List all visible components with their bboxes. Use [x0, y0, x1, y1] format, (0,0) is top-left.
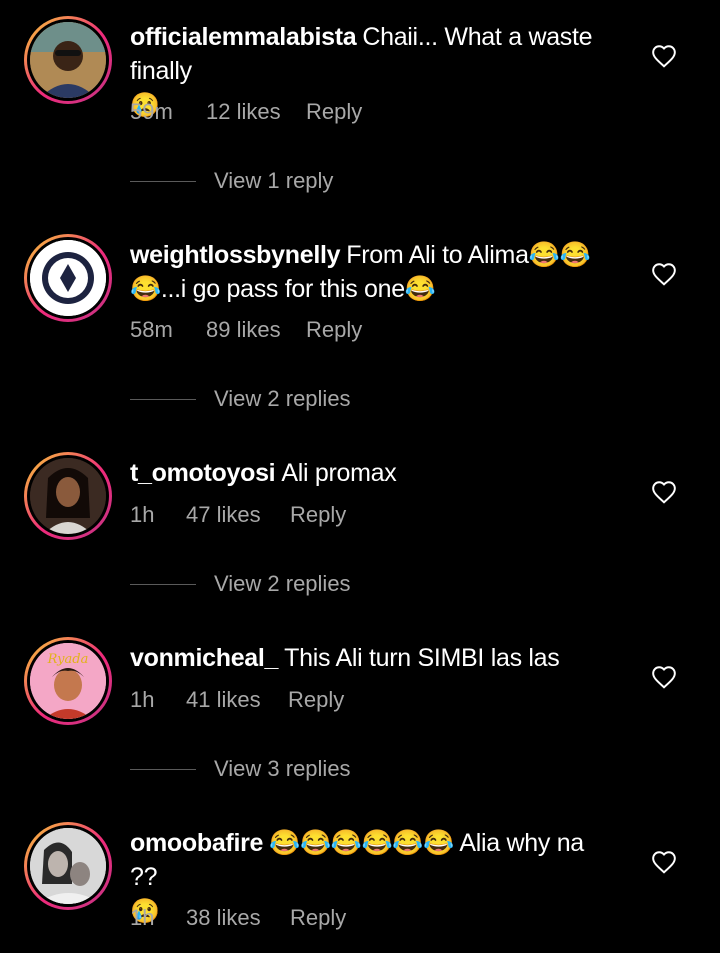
- comment-username[interactable]: officialemmalabista: [130, 23, 357, 51]
- avatar-script-text: Ryada: [47, 652, 89, 667]
- comment-meta: 58m 89 likes Reply: [130, 317, 362, 347]
- comment-text: vonmicheal_ This Ali turn SIMBI las las: [130, 641, 610, 675]
- comment-text: weightlossbynelly From Ali to Alima😂😂😂...…: [130, 238, 610, 306]
- divider-line: [130, 180, 196, 182]
- avatar-photo: [30, 828, 106, 904]
- comment-likes[interactable]: 12 likes: [206, 99, 306, 129]
- comment-meta: 59m 12 likes Reply: [130, 99, 362, 129]
- view-replies-button[interactable]: View 1 reply: [130, 166, 333, 196]
- heart-icon[interactable]: [651, 665, 677, 689]
- comment-time: 1h: [130, 905, 155, 930]
- avatar[interactable]: Ryada: [24, 637, 112, 725]
- avatar-photo: [30, 22, 106, 98]
- avatar[interactable]: [24, 452, 112, 540]
- heart-icon[interactable]: [651, 480, 677, 504]
- comment-time: 58m: [130, 317, 173, 342]
- heart-icon[interactable]: [651, 44, 677, 68]
- reply-button[interactable]: Reply: [290, 905, 346, 935]
- view-replies-button[interactable]: View 2 replies: [130, 569, 351, 599]
- avatar[interactable]: [24, 822, 112, 910]
- avatar-illustration: Ryada: [30, 643, 106, 719]
- comment-username[interactable]: t_omotoyosi: [130, 459, 276, 487]
- comment-time: 59m: [130, 99, 173, 124]
- comment-likes[interactable]: 41 likes: [186, 687, 288, 717]
- comment-likes[interactable]: 47 likes: [186, 502, 290, 532]
- avatar-photo: [30, 458, 106, 534]
- reply-button[interactable]: Reply: [288, 687, 344, 717]
- divider-line: [130, 398, 196, 400]
- reply-button[interactable]: Reply: [306, 317, 362, 347]
- comment-likes[interactable]: 89 likes: [206, 317, 306, 347]
- view-replies-label: View 2 replies: [214, 571, 351, 596]
- divider-line: [130, 768, 196, 770]
- comment-username[interactable]: omoobafire: [130, 829, 263, 857]
- comment-text: t_omotoyosi Ali promax: [130, 456, 610, 490]
- reply-button[interactable]: Reply: [306, 99, 362, 129]
- view-replies-label: View 3 replies: [214, 756, 351, 781]
- comment-time: 1h: [130, 502, 155, 527]
- avatar-logo: [30, 240, 106, 316]
- avatar[interactable]: [24, 16, 112, 104]
- comment-meta: 1h 47 likes Reply: [130, 502, 346, 532]
- view-replies-button[interactable]: View 3 replies: [130, 754, 351, 784]
- avatar[interactable]: [24, 234, 112, 322]
- comment-time: 1h: [130, 687, 155, 712]
- comment-meta: 1h 38 likes Reply: [130, 905, 346, 935]
- comment-body: This Ali turn SIMBI las las: [284, 644, 560, 672]
- comment-username[interactable]: weightlossbynelly: [130, 241, 341, 269]
- comment-meta: 1h 41 likes Reply: [130, 687, 344, 717]
- comment-likes[interactable]: 38 likes: [186, 905, 290, 935]
- comment-username[interactable]: vonmicheal_: [130, 644, 278, 672]
- comment-body: Ali promax: [281, 459, 397, 487]
- divider-line: [130, 583, 196, 585]
- view-replies-label: View 1 reply: [214, 168, 334, 193]
- view-replies-label: View 2 replies: [214, 386, 351, 411]
- heart-icon[interactable]: [651, 262, 677, 286]
- view-replies-button[interactable]: View 2 replies: [130, 384, 351, 414]
- heart-icon[interactable]: [651, 850, 677, 874]
- reply-button[interactable]: Reply: [290, 502, 346, 532]
